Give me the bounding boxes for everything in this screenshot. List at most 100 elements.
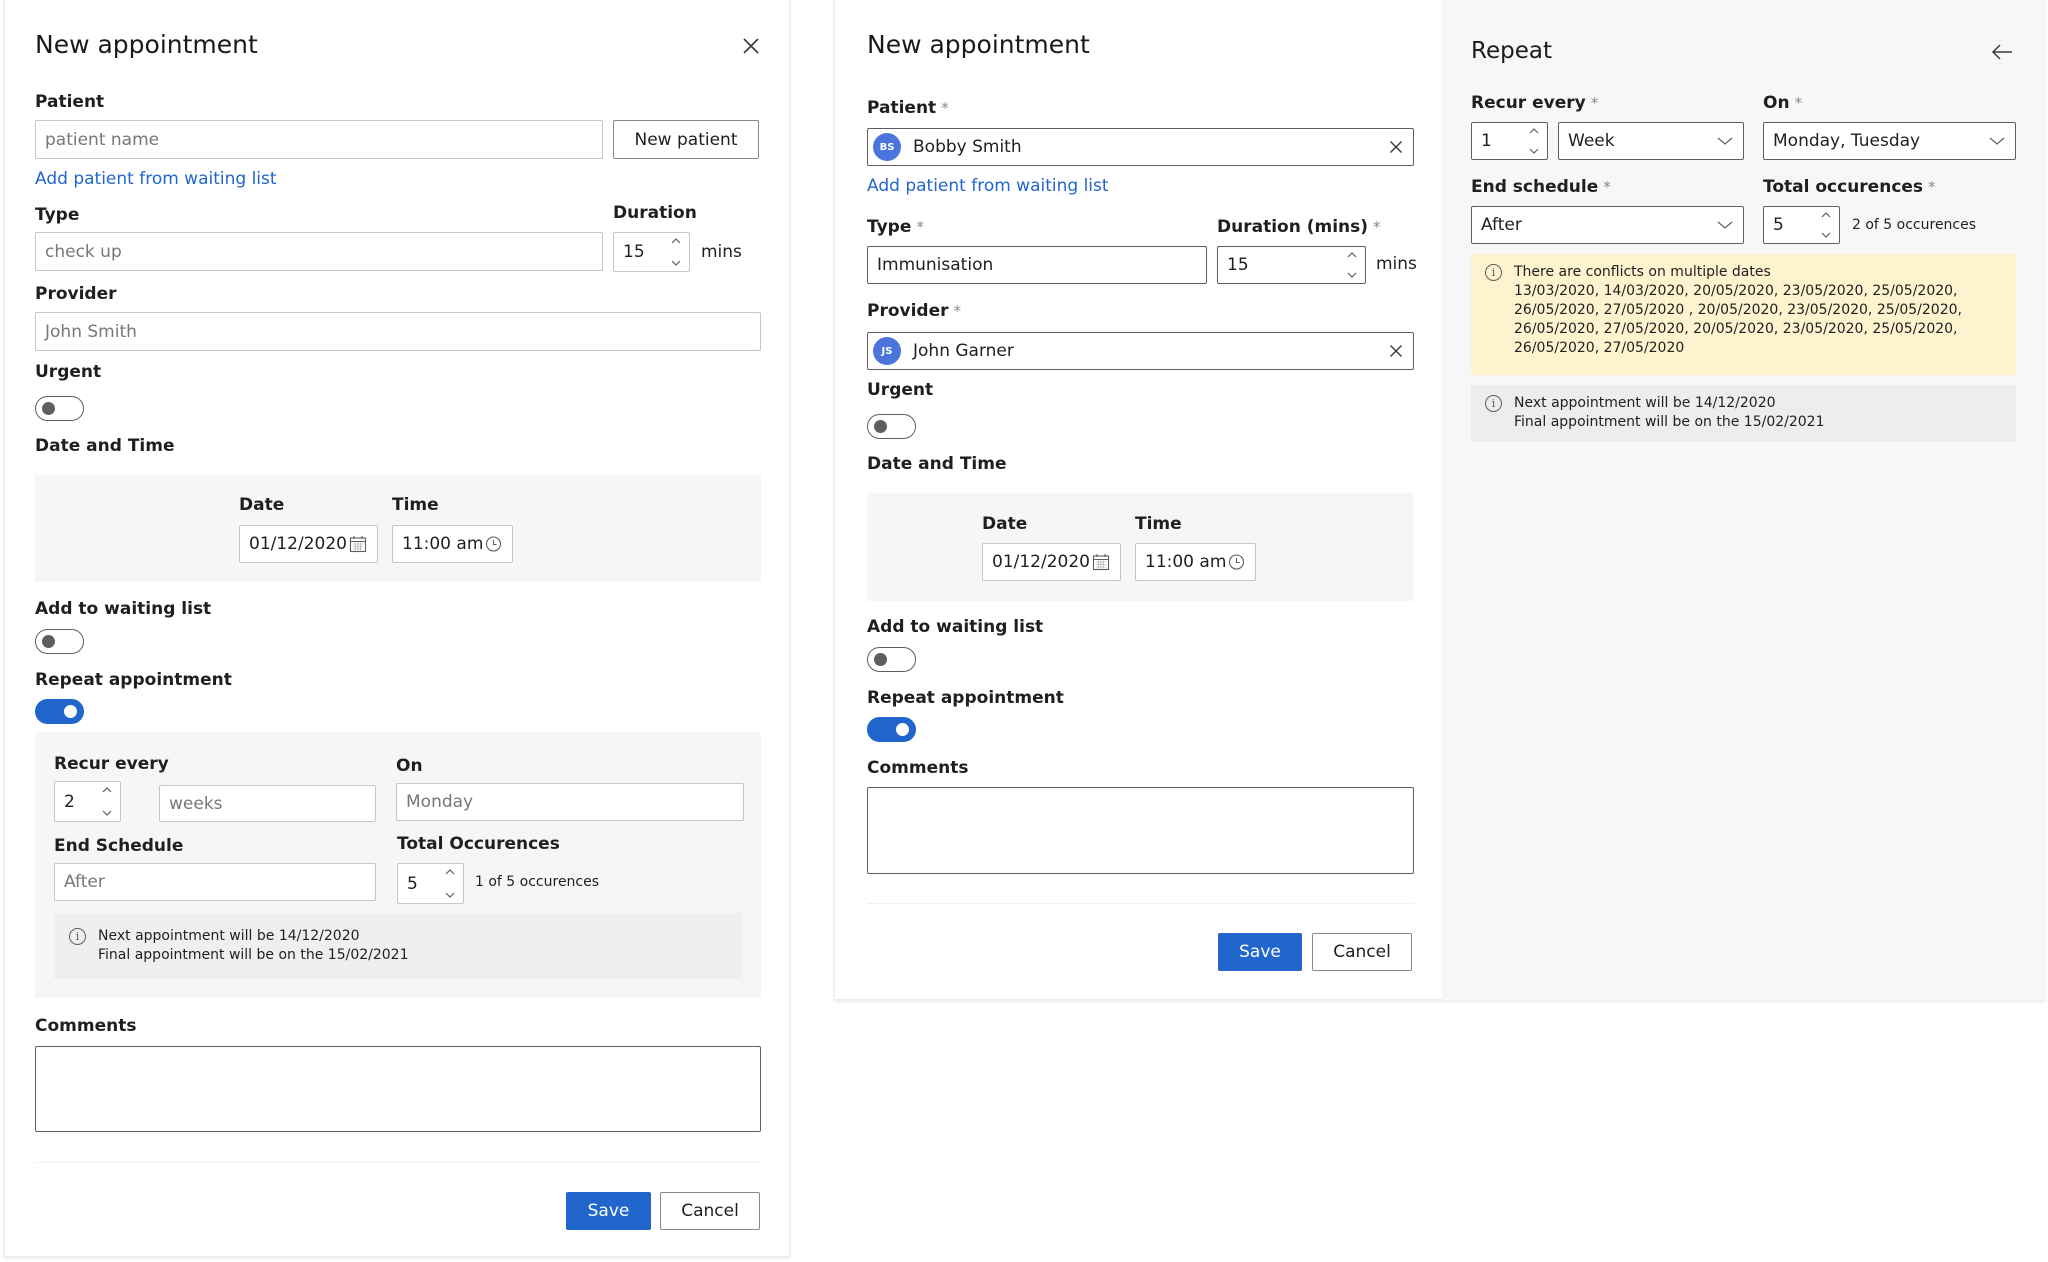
back-button[interactable] — [1991, 43, 2013, 61]
duration-value: 15 — [623, 242, 645, 262]
chevron-up-icon[interactable] — [671, 237, 681, 245]
close-button[interactable] — [742, 37, 760, 55]
chevron-up-icon[interactable] — [1347, 251, 1357, 259]
comments-textarea[interactable] — [35, 1046, 761, 1132]
type-input[interactable]: Immunisation — [867, 246, 1207, 284]
new-appointment-dialog-basic: New appointment Patient patient name New… — [4, 0, 790, 1257]
calendar-icon[interactable] — [349, 535, 367, 553]
patient-value: Bobby Smith — [913, 137, 1022, 157]
on-days-input[interactable]: Monday — [396, 783, 744, 821]
required-marker: * — [1590, 94, 1599, 112]
cancel-button[interactable]: Cancel — [1312, 933, 1412, 971]
duration-unit: mins — [701, 242, 742, 262]
date-time-group: Date 01/12/2020 Time 11:00 am — [35, 475, 761, 582]
patient-label: Patient * — [867, 98, 949, 118]
total-occurences-label-text: Total occurences — [1763, 177, 1924, 197]
recur-every-label-text: Recur every — [1471, 93, 1586, 113]
on-days-select[interactable]: Monday, Tuesday — [1763, 122, 2016, 160]
repeat-appointment-toggle[interactable] — [867, 717, 916, 742]
add-from-waiting-list-link[interactable]: Add patient from waiting list — [35, 169, 277, 189]
chevron-up-icon[interactable] — [102, 786, 112, 794]
chevron-up-icon[interactable] — [1529, 127, 1539, 135]
warning-title: There are conflicts on multiple dates — [1514, 264, 1771, 280]
repeat-appointment-toggle[interactable] — [35, 699, 84, 724]
total-occurences-stepper[interactable]: 5 — [397, 863, 464, 904]
final-appointment-text: Final appointment will be on the 15/02/2… — [98, 947, 409, 963]
clear-patient-button[interactable] — [1389, 140, 1403, 154]
duration-label: Duration — [613, 203, 697, 223]
on-days-placeholder: Monday — [406, 792, 474, 812]
chevron-down-icon[interactable] — [1821, 231, 1831, 239]
new-patient-button[interactable]: New patient — [613, 120, 759, 159]
chevron-down-icon[interactable] — [102, 809, 112, 817]
date-picker[interactable]: 01/12/2020 — [982, 543, 1121, 581]
required-marker: * — [916, 218, 924, 236]
required-marker: * — [953, 302, 962, 320]
chevron-down-icon[interactable] — [1529, 147, 1539, 155]
urgent-toggle[interactable] — [35, 396, 84, 421]
duration-unit: mins — [1376, 254, 1417, 274]
type-input[interactable]: check up — [35, 232, 603, 271]
date-value: 01/12/2020 — [249, 534, 347, 554]
end-schedule-label: End schedule * — [1471, 177, 1611, 197]
type-label-text: Type — [867, 217, 912, 237]
clear-icon — [1390, 345, 1402, 357]
end-schedule-select[interactable]: After — [1471, 206, 1744, 244]
total-occurences-stepper[interactable]: 5 — [1763, 206, 1840, 244]
comments-label: Comments — [867, 758, 969, 778]
chevron-down-icon[interactable] — [1347, 271, 1357, 279]
info-icon: i — [1485, 395, 1502, 412]
conflict-warning: i There are conflicts on multiple dates … — [1471, 254, 2016, 375]
time-picker[interactable]: 11:00 am — [392, 525, 513, 563]
time-picker[interactable]: 11:00 am — [1135, 543, 1256, 581]
chevron-up-icon[interactable] — [445, 868, 455, 876]
footer-divider — [867, 903, 1414, 904]
save-button[interactable]: Save — [566, 1192, 651, 1230]
add-from-waiting-list-link[interactable]: Add patient from waiting list — [867, 176, 1109, 196]
chevron-up-icon[interactable] — [1821, 211, 1831, 219]
repeat-appointment-label: Repeat appointment — [867, 688, 1064, 708]
end-schedule-placeholder: After — [64, 872, 105, 892]
comments-label: Comments — [35, 1016, 137, 1036]
clock-icon[interactable] — [485, 536, 502, 553]
recur-unit-select[interactable]: Week — [1558, 122, 1744, 160]
provider-placeholder: John Smith — [45, 321, 137, 342]
type-value: Immunisation — [877, 255, 994, 275]
toggle-knob — [896, 723, 909, 736]
schedule-info-box: i Next appointment will be 14/12/2020 Fi… — [1471, 385, 2016, 442]
comments-textarea[interactable] — [867, 787, 1414, 874]
waiting-list-toggle[interactable] — [867, 647, 916, 672]
waiting-list-toggle[interactable] — [35, 629, 84, 654]
patient-label-text: Patient — [867, 98, 937, 118]
urgent-toggle[interactable] — [867, 414, 916, 439]
recur-unit-input[interactable]: weeks — [159, 785, 376, 822]
patient-picker[interactable]: BS Bobby Smith — [867, 128, 1414, 166]
duration-stepper[interactable]: 15 — [1217, 246, 1366, 284]
chevron-down-icon[interactable] — [445, 891, 455, 899]
duration-stepper[interactable]: 15 — [613, 232, 690, 272]
recur-interval-stepper[interactable]: 2 — [54, 781, 121, 822]
cancel-button[interactable]: Cancel — [660, 1192, 760, 1230]
on-days-value: Monday, Tuesday — [1773, 131, 1921, 151]
footer-divider — [35, 1162, 761, 1163]
duration-label-text: Duration (mins) — [1217, 217, 1369, 237]
recur-unit-value: Week — [1568, 131, 1615, 151]
patient-name-input[interactable]: patient name — [35, 120, 603, 159]
provider-picker[interactable]: JS John Garner — [867, 332, 1414, 370]
type-label: Type — [35, 205, 80, 225]
conflict-dates-line: 26/05/2020, 27/05/2020 — [1514, 340, 1685, 356]
recur-every-label: Recur every * — [1471, 93, 1598, 113]
recur-interval-stepper[interactable]: 1 — [1471, 122, 1548, 160]
provider-input[interactable]: John Smith — [35, 312, 761, 351]
provider-label: Provider * — [867, 301, 961, 321]
chevron-down-icon[interactable] — [671, 259, 681, 267]
date-picker[interactable]: 01/12/2020 — [239, 525, 378, 563]
save-button[interactable]: Save — [1218, 933, 1302, 971]
clock-icon[interactable] — [1228, 554, 1245, 571]
clear-provider-button[interactable] — [1389, 344, 1403, 358]
required-marker: * — [1928, 178, 1936, 196]
end-schedule-input[interactable]: After — [54, 863, 376, 901]
calendar-icon[interactable] — [1092, 553, 1110, 571]
provider-label-text: Provider — [867, 301, 949, 321]
waiting-list-label: Add to waiting list — [35, 599, 212, 619]
